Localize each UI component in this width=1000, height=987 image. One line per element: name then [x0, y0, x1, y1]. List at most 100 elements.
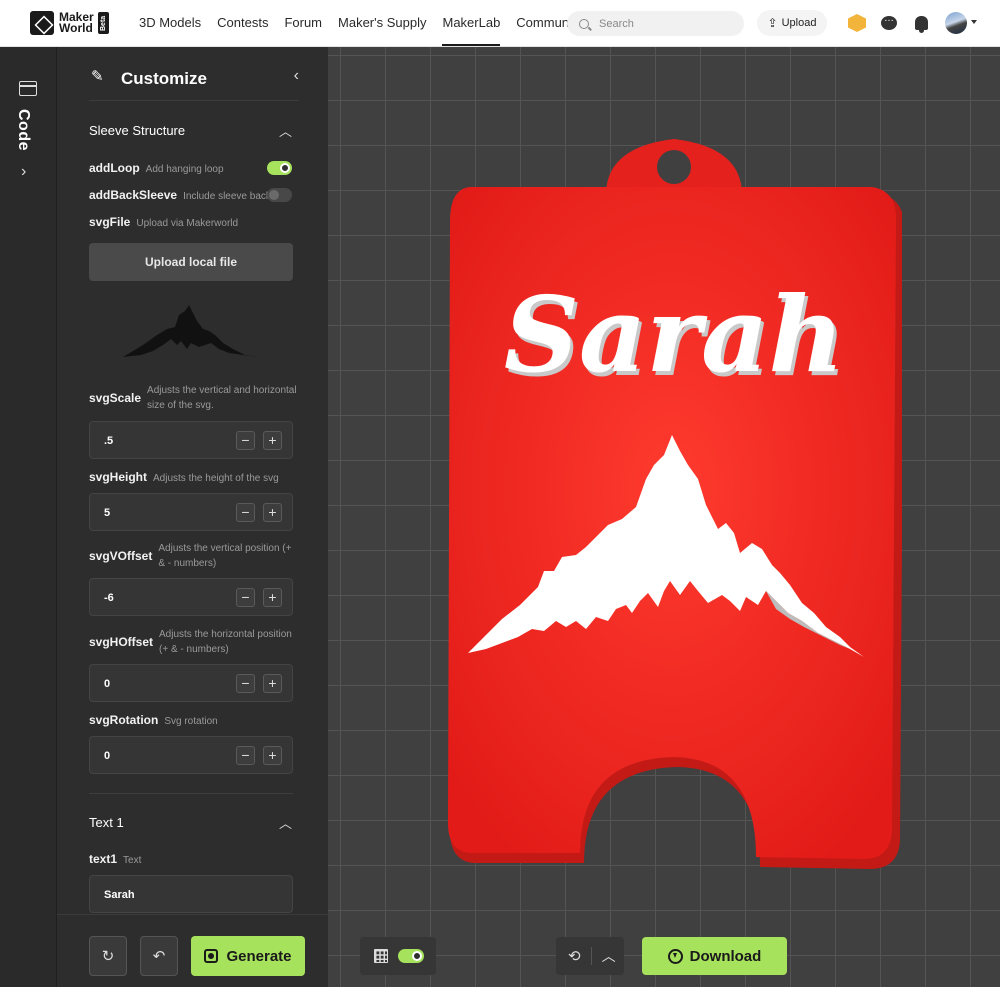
- download-button[interactable]: Download: [642, 937, 787, 975]
- addloop-toggle[interactable]: [267, 161, 292, 175]
- addbacksleeve-toggle[interactable]: [267, 188, 292, 202]
- customize-panel: ✎ Customize ‹ Sleeve Structure ︿ addLoop…: [57, 47, 328, 987]
- param-desc: Adjusts the horizontal position (+ & - n…: [159, 629, 292, 655]
- decrement-button[interactable]: −: [236, 503, 255, 522]
- decrement-button[interactable]: −: [236, 431, 255, 450]
- notifications-button[interactable]: [911, 13, 931, 33]
- main-nav: 3D Models Contests Forum Maker's Supply …: [139, 0, 598, 46]
- history-icon[interactable]: ⟲: [568, 947, 581, 965]
- decrement-button[interactable]: −: [236, 674, 255, 693]
- undo-icon: ↶: [152, 948, 166, 965]
- panel-scroll-area[interactable]: ✎ Customize ‹ Sleeve Structure ︿ addLoop…: [57, 47, 328, 914]
- chat-icon: [881, 13, 897, 30]
- chevron-up-icon[interactable]: ︿: [279, 121, 292, 140]
- svgrotation-input[interactable]: [104, 748, 224, 764]
- upload-local-file-button[interactable]: Upload local file: [89, 243, 293, 281]
- text1-input[interactable]: [104, 887, 224, 903]
- nav-contests[interactable]: Contests: [217, 0, 268, 46]
- cube-icon: [848, 14, 866, 32]
- param-name: svgVOffset: [89, 549, 153, 563]
- messages-button[interactable]: [879, 13, 899, 33]
- nav-makerlab[interactable]: MakerLab: [442, 0, 500, 46]
- search-icon: [579, 18, 589, 29]
- avatar[interactable]: [945, 12, 967, 34]
- makerworld-logo[interactable]: Maker World Beta: [30, 11, 109, 35]
- param-name: svgFile: [89, 215, 131, 229]
- grid-toggle[interactable]: [398, 949, 424, 963]
- decrement-button[interactable]: −: [236, 588, 255, 607]
- svgscale-field: − +: [89, 421, 293, 459]
- svgvoffset-input[interactable]: [104, 590, 224, 606]
- param-desc: Add hanging loop: [145, 164, 224, 175]
- undo-button[interactable]: ↶: [140, 936, 178, 976]
- toggle-knob: [269, 190, 279, 200]
- param-desc: Svg rotation: [164, 716, 218, 727]
- increment-button[interactable]: +: [263, 674, 282, 693]
- 3d-viewport[interactable]: Sarah Sarah ⟲ ︿ Download: [328, 47, 1000, 987]
- param-name: addBackSleeve: [89, 188, 178, 202]
- panel-footer: ↻ ↶ Generate: [57, 914, 328, 987]
- svg-file-preview: [123, 305, 259, 357]
- svghoffset-field: − +: [89, 664, 293, 702]
- param-svgheight: svgHeight Adjusts the height of the svg: [89, 470, 299, 486]
- section-divider: [89, 793, 293, 794]
- panel-header: ✎ Customize ‹: [89, 47, 299, 101]
- search-box: [567, 11, 744, 36]
- points-button[interactable]: [847, 13, 867, 33]
- svgvoffset-field: − +: [89, 578, 293, 616]
- caret-down-icon[interactable]: [971, 20, 977, 24]
- chevron-up-icon[interactable]: ︿: [602, 946, 616, 966]
- param-name: svgRotation: [89, 713, 159, 727]
- toggle-knob: [280, 163, 290, 173]
- generate-button[interactable]: Generate: [191, 936, 305, 976]
- param-desc: Adjusts the height of the svg: [153, 473, 279, 484]
- code-icon[interactable]: [19, 81, 37, 96]
- param-svgvoffset: svgVOffset Adjusts the vertical position…: [89, 541, 299, 571]
- download-icon: [667, 948, 683, 964]
- param-desc: Include sleeve back: [183, 191, 271, 202]
- svgrotation-field: − +: [89, 736, 293, 774]
- grid-icon[interactable]: [374, 949, 388, 963]
- model-text: Sarah: [504, 273, 844, 396]
- chevron-left-icon[interactable]: ‹: [294, 67, 299, 85]
- svgscale-input[interactable]: [104, 433, 224, 449]
- panel-title: Customize: [121, 69, 207, 88]
- logo-line2: World: [59, 21, 93, 35]
- increment-button[interactable]: +: [263, 431, 282, 450]
- generate-label: Generate: [226, 947, 292, 965]
- nav-forum[interactable]: Forum: [284, 0, 322, 46]
- nav-makers-supply[interactable]: Maker's Supply: [338, 0, 426, 46]
- param-name: svgHOffset: [89, 635, 154, 649]
- chevron-right-icon[interactable]: ›: [21, 163, 26, 181]
- rail-code-label[interactable]: Code: [14, 109, 32, 151]
- param-text1: text1 Text: [89, 852, 299, 868]
- svghoffset-input[interactable]: [104, 676, 224, 692]
- param-svgscale: svgScale Adjusts the vertical and horizo…: [89, 383, 299, 413]
- loop-hole: [657, 150, 691, 184]
- wand-icon: ✎: [91, 68, 104, 85]
- param-desc: Adjusts the vertical position (+ & - num…: [158, 543, 292, 569]
- chevron-up-icon[interactable]: ︿: [279, 813, 292, 832]
- control-separator: [590, 947, 592, 965]
- section-title-sleeve[interactable]: Sleeve Structure: [89, 123, 185, 138]
- param-name: svgHeight: [89, 470, 148, 484]
- text1-field: [89, 875, 293, 913]
- model-preview[interactable]: Sarah Sarah: [440, 135, 902, 875]
- nav-3d-models[interactable]: 3D Models: [139, 0, 201, 46]
- increment-button[interactable]: +: [263, 503, 282, 522]
- param-svgrotation: svgRotation Svg rotation: [89, 713, 299, 729]
- param-svghoffset: svgHOffset Adjusts the horizontal positi…: [89, 627, 299, 657]
- decrement-button[interactable]: −: [236, 746, 255, 765]
- refresh-button[interactable]: ↻: [89, 936, 127, 976]
- param-name: svgScale: [89, 391, 142, 405]
- increment-button[interactable]: +: [263, 588, 282, 607]
- svgheight-input[interactable]: [104, 505, 224, 521]
- refresh-icon: ↻: [101, 948, 115, 965]
- search-input[interactable]: [599, 17, 729, 30]
- param-desc: Adjusts the vertical and horizontal size…: [147, 385, 297, 411]
- param-desc: Upload via Makerworld: [136, 218, 239, 229]
- section-title-text1[interactable]: Text 1: [89, 815, 124, 830]
- increment-button[interactable]: +: [263, 746, 282, 765]
- bell-icon: [914, 16, 928, 33]
- upload-button[interactable]: ⇪ Upload: [757, 10, 827, 36]
